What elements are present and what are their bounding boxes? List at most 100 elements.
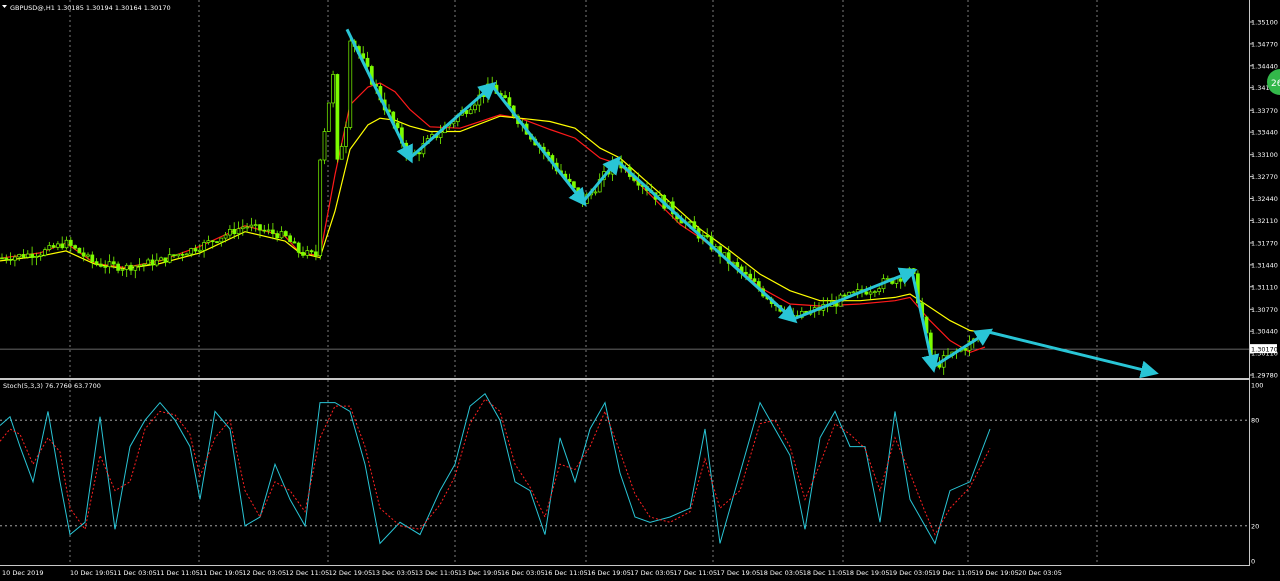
y-tick-label: 1.35100: [1251, 19, 1278, 27]
candle-body: [163, 257, 168, 263]
x-tick-label: 13 Dec 19:05: [458, 569, 502, 577]
x-tick-label: 19 Dec 19:05: [975, 569, 1019, 577]
candle-body: [215, 241, 219, 243]
candle-body: [344, 127, 348, 147]
candle-body: [25, 253, 30, 258]
candle-body: [503, 95, 507, 98]
candle-body: [348, 40, 353, 128]
x-tick-label: 12 Dec 11:05: [286, 569, 330, 577]
stoch-tick-label: 80: [1251, 417, 1259, 425]
candle-body: [185, 253, 189, 256]
candle-body: [94, 261, 99, 265]
candle-body: [8, 259, 13, 261]
badge-text: 26: [1271, 79, 1280, 89]
candle-body: [210, 240, 215, 243]
candle-body: [593, 191, 598, 194]
candle-body: [81, 252, 86, 257]
candle-body: [193, 248, 198, 252]
candle-body: [159, 257, 163, 261]
candle-body: [253, 224, 258, 226]
y-tick-label: 1.31770: [1251, 239, 1278, 247]
candle-body: [77, 247, 82, 254]
candle-body: [99, 263, 103, 267]
candle-body: [898, 278, 903, 282]
candle-body: [266, 229, 271, 232]
candle-body: [258, 224, 262, 231]
candle-body: [167, 254, 172, 263]
candle-body: [309, 250, 314, 253]
candle-body: [365, 57, 370, 67]
candle-body: [51, 245, 56, 248]
x-tick-label: 18 Dec 19:05: [846, 569, 890, 577]
candle-body: [68, 239, 73, 246]
x-tick-label: 13 Dec 03:05: [372, 569, 416, 577]
candle-body: [275, 233, 280, 239]
candle-body: [180, 253, 185, 256]
candle-body: [90, 254, 95, 262]
x-tick-label: 11 Dec 03:05: [113, 569, 157, 577]
stoch-tick-label: 0: [1251, 558, 1255, 566]
candle-body: [262, 229, 267, 232]
candle-body: [202, 242, 206, 251]
candle-body: [197, 249, 202, 252]
candle-body: [851, 291, 856, 294]
candle-body: [56, 243, 60, 248]
candle-body: [249, 224, 254, 228]
candle-body: [335, 74, 340, 160]
candle-body: [43, 249, 47, 256]
candle-body: [142, 263, 146, 266]
candle-body: [296, 242, 301, 253]
candle-body: [0, 257, 4, 260]
candle-body: [395, 122, 400, 129]
y-tick-label: 1.29780: [1251, 372, 1278, 380]
candle-body: [240, 226, 245, 230]
x-tick-label: 19 Dec 11:05: [932, 569, 976, 577]
x-tick-label: 16 Dec 11:05: [544, 569, 588, 577]
candle-body: [103, 266, 108, 268]
candle-body: [245, 226, 249, 229]
x-tick-label: 11 Dec 11:05: [156, 569, 200, 577]
y-tick-label: 1.34440: [1251, 62, 1278, 70]
candle-body: [154, 259, 159, 266]
candle-body: [873, 291, 877, 294]
stoch-tick-label: 20: [1251, 522, 1259, 530]
candle-body: [137, 264, 142, 267]
candle-body: [326, 102, 331, 132]
y-tick-label: 1.33440: [1251, 129, 1278, 137]
x-tick-label: 20 Dec 03:05: [1018, 569, 1062, 577]
candle-body: [13, 256, 17, 261]
current-price-box: 1.30170: [1250, 344, 1278, 354]
candle-body: [842, 294, 847, 297]
candle-body: [38, 254, 43, 257]
candle-body: [903, 275, 907, 282]
candle-body: [933, 356, 937, 364]
candle-body: [64, 239, 69, 249]
candle-body: [288, 235, 292, 243]
candle-body: [752, 278, 757, 282]
x-tick-label: 10 Dec 2019: [2, 569, 44, 577]
trading-chart[interactable]: 1.351001.347701.344401.341101.337701.334…: [0, 0, 1280, 581]
candle-body: [688, 221, 692, 224]
candle-body: [150, 259, 155, 266]
candle-body: [292, 241, 297, 244]
x-tick-label: 12 Dec 19:05: [329, 569, 373, 577]
candle-body: [305, 250, 310, 256]
candle-body: [86, 254, 90, 257]
candle-body: [331, 74, 335, 104]
y-tick-label: 1.31440: [1251, 261, 1278, 269]
current-price-label: 1.30170: [1251, 346, 1278, 354]
candle-body: [301, 252, 305, 256]
y-tick-label: 1.31110: [1251, 283, 1278, 291]
candle-body: [232, 229, 237, 235]
candle-body: [868, 291, 873, 295]
x-tick-label: 10 Dec 19:05: [70, 569, 114, 577]
candle-body: [791, 315, 796, 317]
candle-body: [30, 253, 34, 258]
candle-body: [146, 259, 151, 265]
x-tick-label: 17 Dec 03:05: [630, 569, 674, 577]
x-tick-label: 16 Dec 03:05: [501, 569, 545, 577]
candle-body: [73, 245, 77, 249]
candle-body: [111, 261, 116, 265]
candle-body: [176, 253, 181, 257]
candle-body: [705, 234, 710, 238]
